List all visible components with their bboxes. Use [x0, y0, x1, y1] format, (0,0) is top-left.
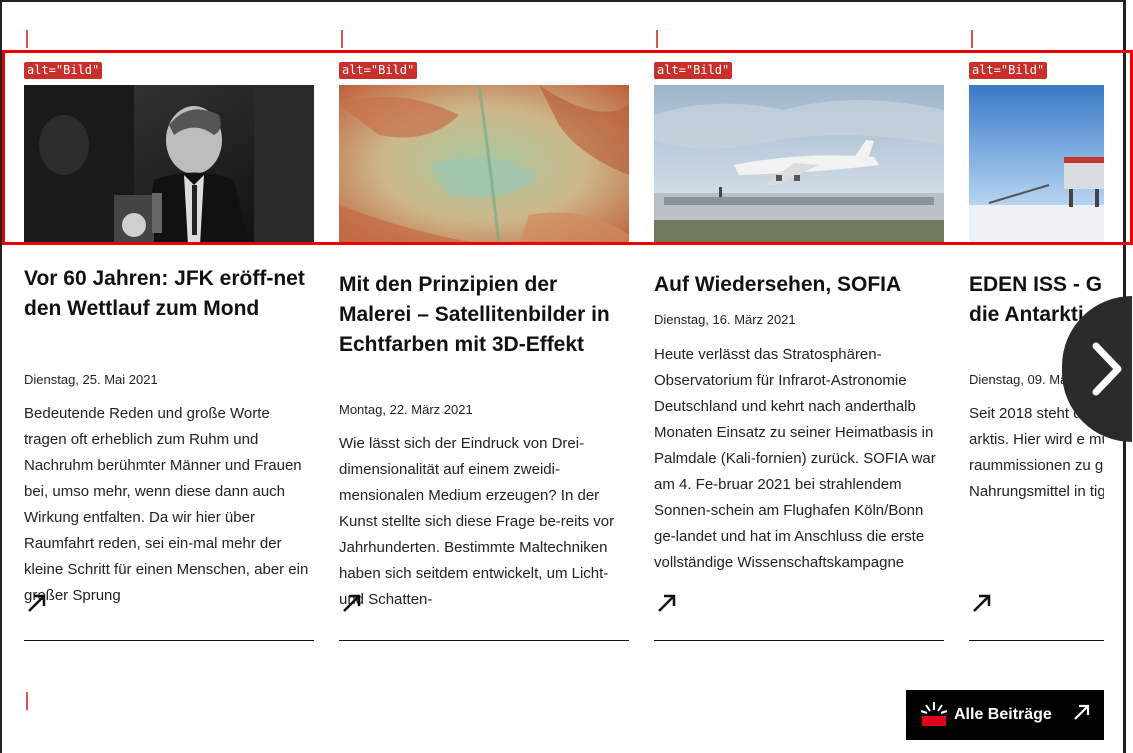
external-arrow-icon[interactable] [26, 592, 48, 614]
external-arrow-icon[interactable] [656, 592, 678, 614]
card-marker [341, 30, 343, 48]
card-marker [26, 30, 28, 48]
teaser-image-satellite[interactable] [339, 85, 629, 245]
card-marker [971, 30, 973, 48]
card-divider [339, 640, 629, 641]
card-date: Dienstag, 16. März 2021 [654, 312, 796, 327]
alt-label: alt="Bild" [654, 62, 733, 79]
card-teaser: Heute verlässt das Stratosphären-Observa… [654, 346, 936, 571]
card-divider [654, 640, 944, 641]
card-teaser: Wie lässt sich der Eindruck von Drei-dim… [339, 435, 615, 608]
card-date: Dienstag, 25. Mai 2021 [24, 372, 158, 387]
carousel-next-button[interactable] [1062, 296, 1132, 442]
alt-label: alt="Bild" [339, 62, 418, 79]
alt-label: alt="Bild" [24, 62, 103, 79]
card-teaser: Bedeutende Reden und große Worte tragen … [24, 405, 309, 604]
card-title[interactable]: Auf Wiedersehen, SOFIA [654, 270, 944, 300]
external-arrow-icon[interactable] [341, 592, 363, 614]
alt-label: alt="Bild" [969, 62, 1048, 79]
teaser-carousel: alt="Bild" Vor 60 Jahren: JFK eröff-net … [24, 0, 1104, 753]
card-date: Montag, 22. März 2021 [339, 402, 473, 417]
all-posts-label: Alle Beiträge [954, 706, 1052, 723]
card-title[interactable]: Mit den Prinzipien der Malerei – Satelli… [339, 270, 629, 360]
card-marker [656, 30, 658, 48]
dlr-logo-icon [920, 702, 948, 726]
external-arrow-icon[interactable] [971, 592, 993, 614]
card-divider [24, 640, 314, 641]
teaser-image-jfk[interactable] [24, 85, 314, 245]
teaser-image-eden-iss[interactable] [969, 85, 1104, 245]
card-divider [969, 640, 1104, 641]
card-title[interactable]: Vor 60 Jahren: JFK eröff-net den Wettlau… [24, 264, 314, 324]
all-posts-button[interactable]: Alle Beiträge [906, 690, 1104, 740]
section-marker [26, 692, 28, 710]
external-arrow-icon [1074, 704, 1090, 720]
teaser-image-sofia[interactable] [654, 85, 944, 245]
chevron-right-icon [1092, 342, 1122, 396]
